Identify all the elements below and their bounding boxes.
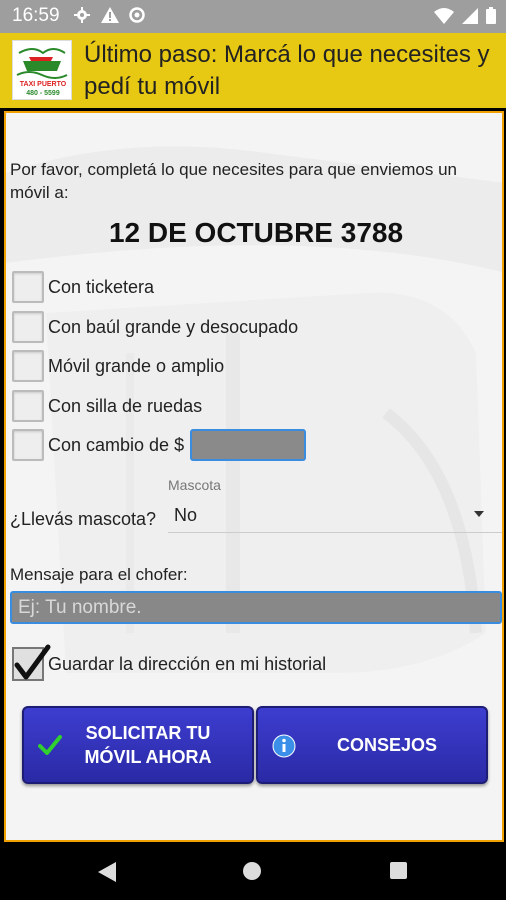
destination-address: 12 DE OCTUBRE 3788 — [108, 217, 404, 248]
ticketera-checkbox[interactable] — [12, 271, 44, 303]
warning-icon — [100, 7, 119, 23]
status-left-icons — [74, 6, 146, 26]
silla-ruedas-checkbox[interactable] — [12, 390, 44, 422]
movil-grande-label: Móvil grande o amplio — [48, 355, 225, 376]
signal-icon — [462, 7, 478, 24]
status-time: 16:59 — [12, 5, 60, 26]
info-icon — [272, 734, 296, 758]
tips-button[interactable]: CONSEJOS — [256, 706, 488, 784]
pet-question: ¿Llevás mascota? — [10, 509, 157, 529]
silla-ruedas-label: Con silla de ruedas — [48, 395, 203, 416]
checkmark-icon — [38, 735, 62, 755]
request-label-line2: MÓVIL AHORA — [84, 747, 212, 767]
cambio-label: Con cambio de $ — [48, 434, 185, 455]
option-cambio[interactable]: Con cambio de $ — [12, 428, 307, 462]
driver-message-label: Mensaje para el chofer: — [10, 565, 188, 584]
option-ticketera[interactable]: Con ticketera — [12, 270, 154, 304]
request-label-line1: SOLICITAR TU — [85, 723, 211, 743]
intro-text: Por favor, completá lo que necesites par… — [10, 160, 457, 202]
checkmark-icon — [14, 644, 51, 680]
ticketera-label: Con ticketera — [48, 276, 155, 297]
change-amount-input[interactable] — [190, 429, 307, 461]
save-history-label: Guardar la dirección en mi historial — [48, 653, 327, 674]
form-panel: Por favor, completá lo que necesites par… — [4, 111, 504, 842]
taxi-puerto-logo: TAXI PUERTO 480 - 5599 — [12, 40, 72, 100]
save-history-row[interactable]: Guardar la dirección en mi historial — [12, 644, 327, 682]
save-history-checkbox[interactable] — [12, 644, 51, 681]
movil-grande-checkbox[interactable] — [12, 350, 44, 382]
page-title: Último paso: Marcá lo que necesites y pe… — [84, 41, 490, 100]
battery-icon — [486, 7, 496, 24]
option-silla-ruedas[interactable]: Con silla de ruedas — [12, 389, 202, 423]
request-taxi-button[interactable]: SOLICITAR TU MÓVIL AHORA — [22, 706, 254, 784]
logo-line1: TAXI PUERTO — [19, 81, 67, 88]
status-bar: 16:59 — [0, 0, 506, 33]
pet-select[interactable]: No — [168, 497, 502, 533]
option-movil-grande[interactable]: Móvil grande o amplio — [12, 349, 224, 383]
home-icon[interactable] — [243, 862, 261, 880]
pet-select-value: No — [174, 505, 198, 525]
logo-line2: 480 - 5599 — [26, 90, 60, 97]
app-header: TAXI PUERTO 480 - 5599 Último paso: Marc… — [0, 33, 506, 108]
dropdown-arrow-icon — [474, 511, 484, 517]
baul-grande-checkbox[interactable] — [12, 311, 44, 343]
data-saver-icon — [129, 7, 146, 23]
recent-apps-icon[interactable] — [390, 862, 407, 879]
status-right-icons — [434, 7, 496, 24]
wifi-icon — [434, 7, 454, 24]
pet-row: ¿Llevás mascota? Mascota No — [10, 469, 502, 533]
system-nav-bar — [0, 842, 506, 900]
option-baul-grande[interactable]: Con baúl grande y desocupado — [12, 310, 298, 344]
pet-select-caption: Mascota — [168, 477, 221, 493]
driver-message-input[interactable] — [10, 591, 502, 624]
baul-grande-label: Con baúl grande y desocupado — [48, 316, 299, 337]
gear-icon — [74, 7, 90, 23]
back-icon[interactable] — [98, 862, 116, 882]
cambio-checkbox[interactable] — [12, 429, 44, 461]
